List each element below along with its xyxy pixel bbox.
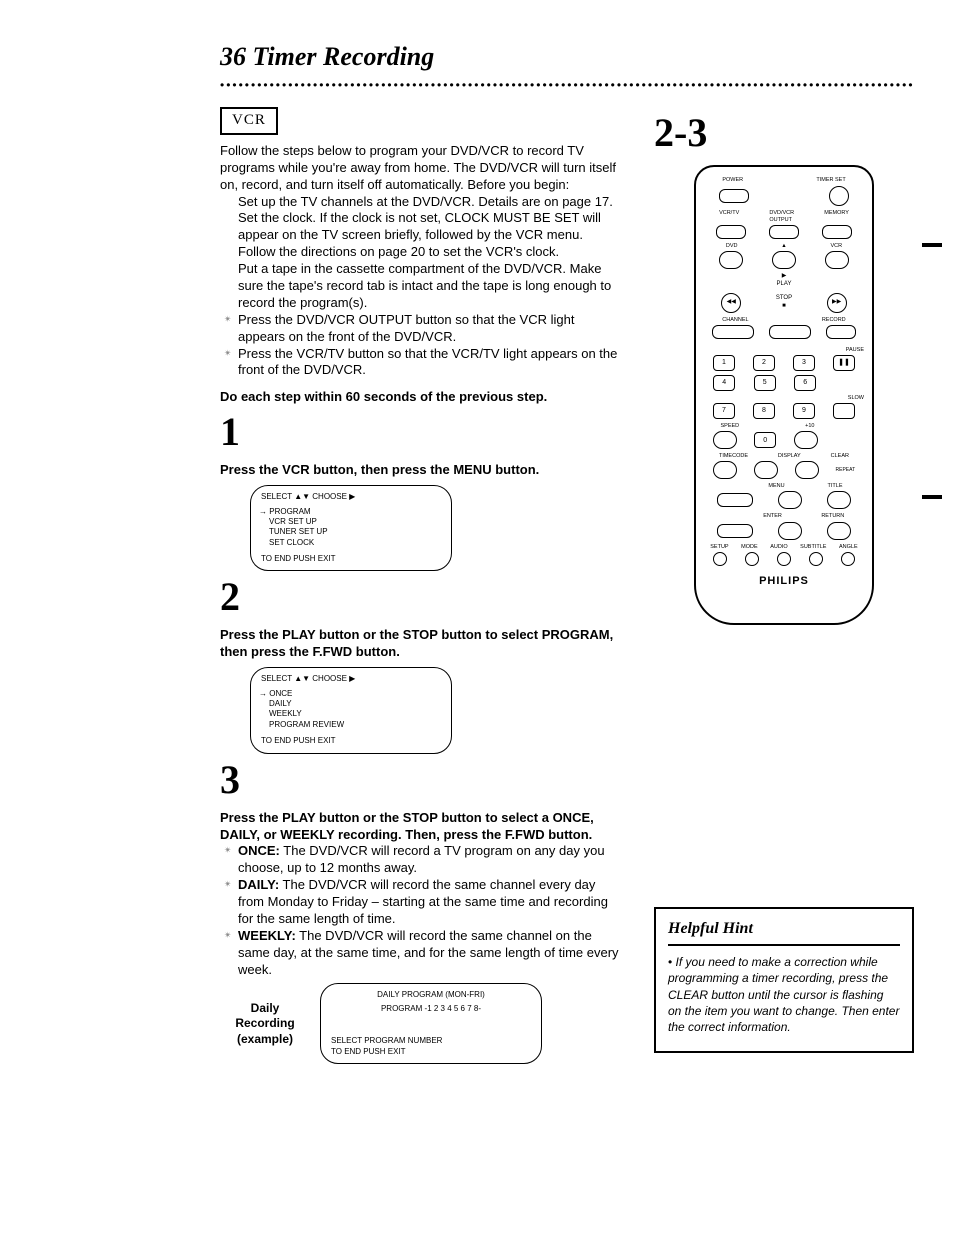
main-content: VCR Follow the steps below to program yo… (220, 107, 624, 1064)
ffwd-button: ▶▶ (827, 293, 847, 313)
intro-paragraph: Follow the steps below to program your D… (220, 143, 624, 194)
page-title: 36 Timer Recording (220, 40, 914, 74)
weekly-desc: WEEKLY: The DVD/VCR will record the same… (238, 928, 624, 979)
memory-button (822, 225, 852, 239)
once-desc: ONCE: The DVD/VCR will record a TV progr… (238, 843, 624, 877)
remote-brand: PHILIPS (704, 574, 864, 588)
menu-button (778, 491, 802, 509)
step-1-number: 1 (220, 412, 624, 452)
num-3: 3 (793, 355, 815, 371)
step-2-text: Press the PLAY button or the STOP button… (220, 627, 624, 661)
on-screen-menu-1: SELECT ▲▼ CHOOSE ▶ PROGRAM VCR SET UP TU… (250, 485, 452, 571)
screen1-header: SELECT ▲▼ CHOOSE ▶ (261, 492, 441, 502)
step-1-text: Press the VCR button, then press the MEN… (220, 462, 624, 479)
setup-output: Press the DVD/VCR OUTPUT button so that … (238, 312, 624, 346)
callout-tick-2 (922, 495, 942, 509)
angle-button (841, 552, 855, 566)
sixty-second-note: Do each step within 60 seconds of the pr… (220, 389, 624, 406)
setup-tape: Put a tape in the cassette compartment o… (238, 261, 624, 312)
screen3-line4: TO END PUSH EXIT (331, 1047, 531, 1057)
channel-button (712, 325, 754, 339)
timecode-button (713, 461, 737, 479)
setup-button (713, 552, 727, 566)
clear-button (795, 461, 819, 479)
screen1-item: PROGRAM (269, 507, 441, 517)
audio-button (777, 552, 791, 566)
screen1-item: TUNER SET UP (269, 527, 441, 537)
setup-clock: Set the clock. If the clock is not set, … (238, 210, 624, 261)
screen1-prompt: TO END PUSH EXIT (261, 554, 441, 564)
dotted-rule: ••••••••••••••••••••••••••••••••••••••••… (220, 78, 914, 94)
slow-button (833, 403, 855, 419)
dvd-button (719, 251, 743, 269)
num-2: 2 (753, 355, 775, 371)
mode-button (745, 552, 759, 566)
plus10-button (794, 431, 818, 449)
hint-title: Helpful Hint (668, 919, 900, 946)
screen3-line1: DAILY PROGRAM (MON-FRI) (331, 990, 531, 1000)
pause-button: ❚❚ (833, 355, 855, 371)
timer-set-button (829, 186, 849, 206)
callout-tick-1 (922, 243, 942, 257)
page-heading: Timer Recording (253, 42, 435, 71)
title-button (827, 491, 851, 509)
display-button (754, 461, 778, 479)
step-2-number: 2 (220, 577, 624, 617)
remote-illustration: POWERTIMER SET VCR/TVDVD/VCROUTPUTMEMORY… (654, 165, 914, 625)
subtitle-button (809, 552, 823, 566)
step-range-label: 2-3 (654, 107, 914, 159)
rec-button (826, 325, 856, 339)
hint-body: If you need to make a correction while p… (668, 954, 900, 1035)
num-5: 5 (754, 375, 776, 391)
return-button (827, 522, 851, 540)
screen3-line2: PROGRAM -1 2 3 4 5 6 7 8- (331, 1004, 531, 1014)
helpful-hint-box: Helpful Hint If you need to make a corre… (654, 907, 914, 1053)
num-4: 4 (713, 375, 735, 391)
arrow-pad-2 (717, 524, 753, 538)
power-button (719, 189, 749, 203)
arrow-pad (717, 493, 753, 507)
on-screen-menu-2: SELECT ▲▼ CHOOSE ▶ ONCE DAILY WEEKLY PRO… (250, 667, 452, 753)
num-7: 7 (713, 403, 735, 419)
setup-vcrtv: Press the VCR/TV button so that the VCR/… (238, 346, 624, 380)
page-number: 36 (220, 42, 246, 71)
num-6: 6 (794, 375, 816, 391)
vcr-button (825, 251, 849, 269)
screen2-item: ONCE (269, 689, 441, 699)
screen1-item: SET CLOCK (269, 538, 441, 548)
record-button (769, 325, 811, 339)
screen1-item: VCR SET UP (269, 517, 441, 527)
screen3-line3: SELECT PROGRAM NUMBER (331, 1036, 531, 1046)
output-button (769, 225, 799, 239)
setup-channels: Set up the TV channels at the DVD/VCR. D… (238, 194, 624, 211)
sidebar: 2-3 POWERTIMER SET VCR/TVDVD/VCROUTPUTME… (654, 107, 914, 1053)
daily-example-label: DailyRecording(example) (220, 983, 310, 1048)
vcrtv-button (716, 225, 746, 239)
screen2-item: DAILY (269, 699, 441, 709)
screen2-prompt: TO END PUSH EXIT (261, 736, 441, 746)
on-screen-menu-3: DAILY PROGRAM (MON-FRI) PROGRAM -1 2 3 4… (320, 983, 542, 1065)
screen2-header: SELECT ▲▼ CHOOSE ▶ (261, 674, 441, 684)
enter-button (778, 522, 802, 540)
num-8: 8 (753, 403, 775, 419)
num-1: 1 (713, 355, 735, 371)
vcr-badge: VCR (220, 107, 278, 135)
eject-button (772, 251, 796, 269)
daily-desc: DAILY: The DVD/VCR will record the same … (238, 877, 624, 928)
num-9: 9 (793, 403, 815, 419)
step-3-number: 3 (220, 760, 624, 800)
step-3-text: Press the PLAY button or the STOP button… (220, 810, 624, 844)
num-0: 0 (754, 432, 776, 448)
screen2-item: PROGRAM REVIEW (269, 720, 441, 730)
rew-button: ◀◀ (721, 293, 741, 313)
screen2-item: WEEKLY (269, 709, 441, 719)
speed-button (713, 431, 737, 449)
